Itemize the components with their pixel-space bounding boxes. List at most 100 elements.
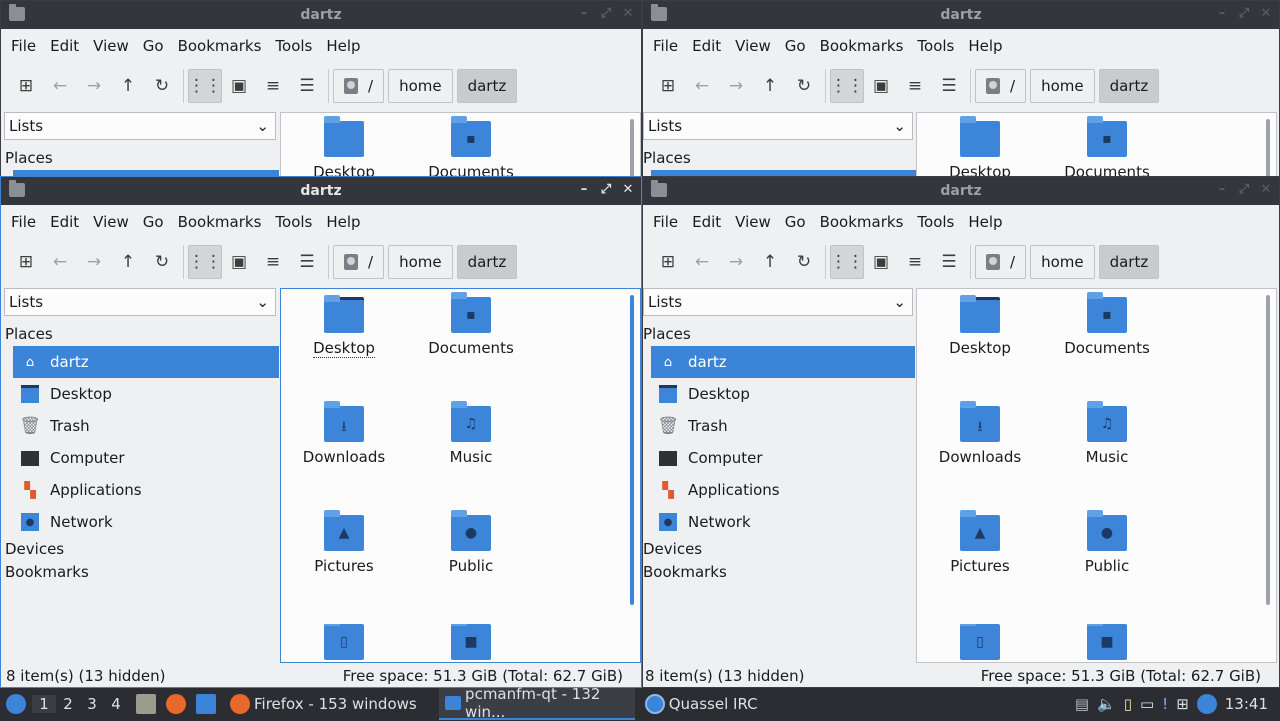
menu-view[interactable]: View [728, 213, 778, 231]
menu-bookmarks[interactable]: Bookmarks [813, 213, 911, 231]
menu-bookmarks[interactable]: Bookmarks [813, 37, 911, 55]
breadcrumb-root[interactable]: / [333, 69, 385, 103]
update-icon[interactable]: ! [1162, 695, 1168, 713]
devices-header[interactable]: Devices [1, 538, 279, 561]
breadcrumb-current[interactable]: dartz [1098, 69, 1160, 103]
compact-view-icon[interactable]: ≡ [898, 245, 932, 279]
file-manager-window-active[interactable]: dartz – ⤢ ✕ File Edit View Go Bookmarks Tools He… [0, 176, 642, 688]
compact-view-icon[interactable]: ≡ [256, 69, 290, 103]
menu-tools[interactable]: Tools [268, 213, 319, 231]
icon-view-icon[interactable]: ⋮⋮ [188, 245, 222, 279]
file-item-pictures[interactable]: ▲ Pictures [281, 510, 407, 575]
icon-view-icon[interactable]: ⋮⋮ [188, 69, 222, 103]
breadcrumb-home[interactable]: home [1030, 245, 1095, 279]
up-icon[interactable]: ↑ [111, 245, 145, 279]
forward-icon[interactable]: → [719, 245, 753, 279]
menu-file[interactable]: File [646, 213, 685, 231]
back-icon[interactable]: ← [685, 69, 719, 103]
menu-help[interactable]: Help [319, 37, 367, 55]
maximize-icon[interactable]: ⤢ [599, 182, 613, 197]
file-item-pictures[interactable]: ▲ Pictures [917, 510, 1043, 575]
compact-view-icon[interactable]: ≡ [256, 245, 290, 279]
side-pane-mode-select[interactable]: Lists ⌄ [643, 288, 913, 316]
compact-view-icon[interactable]: ≡ [898, 69, 932, 103]
clipboard-icon[interactable]: ▯ [1124, 695, 1132, 713]
file-view[interactable]: Desktop ▪ Documents ⭳ Downloads ♫ Music ▲ Pi… [916, 288, 1277, 663]
file-item-templates[interactable]: ▯ [917, 624, 1043, 662]
menu-go[interactable]: Go [778, 213, 813, 231]
start-menu-button[interactable] [0, 694, 32, 714]
quassel-tray-icon[interactable] [1196, 694, 1217, 714]
workspace-2[interactable]: 2 [56, 695, 80, 713]
sidebar-item-computer[interactable]: Computer [13, 442, 279, 474]
file-item-desktop[interactable]: Desktop [281, 116, 407, 177]
sidebar-item-dartz[interactable]: ⌂ dartz [651, 346, 915, 378]
breadcrumb-current[interactable]: dartz [456, 69, 518, 103]
menu-view[interactable]: View [86, 37, 136, 55]
menu-go[interactable]: Go [778, 37, 813, 55]
scrollbar[interactable] [630, 295, 634, 605]
detailed-view-icon[interactable]: ☰ [290, 245, 324, 279]
menu-tools[interactable]: Tools [910, 213, 961, 231]
close-icon[interactable]: ✕ [1259, 182, 1273, 197]
menu-go[interactable]: Go [136, 37, 171, 55]
side-pane-mode-select[interactable]: Lists ⌄ [643, 112, 913, 140]
sidebar-item-network[interactable]: ● Network [651, 506, 915, 538]
sidebar-item-trash[interactable]: 🗑 Trash [651, 410, 915, 442]
menu-view[interactable]: View [728, 37, 778, 55]
close-icon[interactable]: ✕ [1259, 6, 1273, 21]
detailed-view-icon[interactable]: ☰ [932, 245, 966, 279]
file-view[interactable]: Desktop ▪ Documents ⭳ Downloads ♫ Music ▲ Pi… [280, 288, 641, 663]
sidebar-item-desktop[interactable]: Desktop [13, 378, 279, 410]
breadcrumb-current[interactable]: dartz [1098, 245, 1160, 279]
up-icon[interactable]: ↑ [753, 69, 787, 103]
file-item-desktop[interactable]: Desktop [917, 295, 1043, 357]
file-item-public[interactable]: ● Public [408, 510, 534, 575]
file-item-music[interactable]: ♫ Music [1044, 401, 1170, 466]
sidebar-item-dartz[interactable]: ⌂ dartz [13, 346, 279, 378]
maximize-icon[interactable]: ⤢ [599, 6, 613, 21]
task-firefox[interactable]: Firefox - 153 windows [224, 688, 423, 720]
devices-header[interactable]: Devices [643, 538, 915, 561]
breadcrumb-root[interactable]: / [975, 245, 1027, 279]
side-pane-mode-select[interactable]: Lists ⌄ [4, 112, 276, 140]
breadcrumb-root[interactable]: / [333, 245, 385, 279]
detailed-view-icon[interactable]: ☰ [932, 69, 966, 103]
up-icon[interactable]: ↑ [111, 69, 145, 103]
maximize-icon[interactable]: ⤢ [1237, 6, 1251, 21]
reload-icon[interactable]: ↻ [787, 245, 821, 279]
minimize-icon[interactable]: – [577, 6, 591, 21]
task-pcmanfm[interactable]: pcmanfm-qt - 132 win... [438, 685, 635, 721]
file-item-desktop[interactable]: Desktop [281, 295, 407, 358]
sidebar-item-applications[interactable]: ▚ Applications [13, 474, 279, 506]
menu-file[interactable]: File [4, 213, 43, 231]
close-icon[interactable]: ✕ [621, 6, 635, 21]
file-item-downloads[interactable]: ⭳ Downloads [917, 401, 1043, 466]
file-item-documents[interactable]: ▪ Documents [1044, 292, 1170, 357]
breadcrumb-home[interactable]: home [388, 69, 453, 103]
bookmarks-header[interactable]: Bookmarks [643, 561, 915, 584]
menu-edit[interactable]: Edit [685, 37, 728, 55]
menu-help[interactable]: Help [319, 213, 367, 231]
menu-view[interactable]: View [86, 213, 136, 231]
menu-go[interactable]: Go [136, 213, 171, 231]
icon-view-icon[interactable]: ⋮⋮ [830, 245, 864, 279]
file-manager-window-top-right[interactable]: dartz – ⤢ ✕ File Edit View Go Bookmarks Tools He… [642, 0, 1280, 178]
file-item-desktop[interactable]: Desktop [917, 116, 1043, 177]
scrollbar[interactable] [630, 119, 634, 177]
icon-view-icon[interactable]: ⋮⋮ [830, 69, 864, 103]
back-icon[interactable]: ← [685, 245, 719, 279]
menu-tools[interactable]: Tools [910, 37, 961, 55]
minimize-icon[interactable]: – [1215, 182, 1229, 197]
title-bar[interactable]: dartz – ⤢ ✕ [1, 177, 641, 205]
desktop-launcher-icon[interactable] [196, 694, 216, 714]
title-bar[interactable]: dartz – ⤢ ✕ [643, 1, 1279, 29]
sidebar-item-desktop[interactable]: Desktop [651, 378, 915, 410]
scrollbar[interactable] [1266, 295, 1270, 605]
file-manager-window-top-left[interactable]: dartz – ⤢ ✕ File Edit View Go Bookmarks Tools He… [0, 0, 642, 178]
menu-bookmarks[interactable]: Bookmarks [171, 213, 269, 231]
reload-icon[interactable]: ↻ [145, 245, 179, 279]
forward-icon[interactable]: → [719, 69, 753, 103]
title-bar[interactable]: dartz – ⤢ ✕ [643, 177, 1279, 205]
notifications-icon[interactable]: ⊞ [1176, 695, 1189, 713]
